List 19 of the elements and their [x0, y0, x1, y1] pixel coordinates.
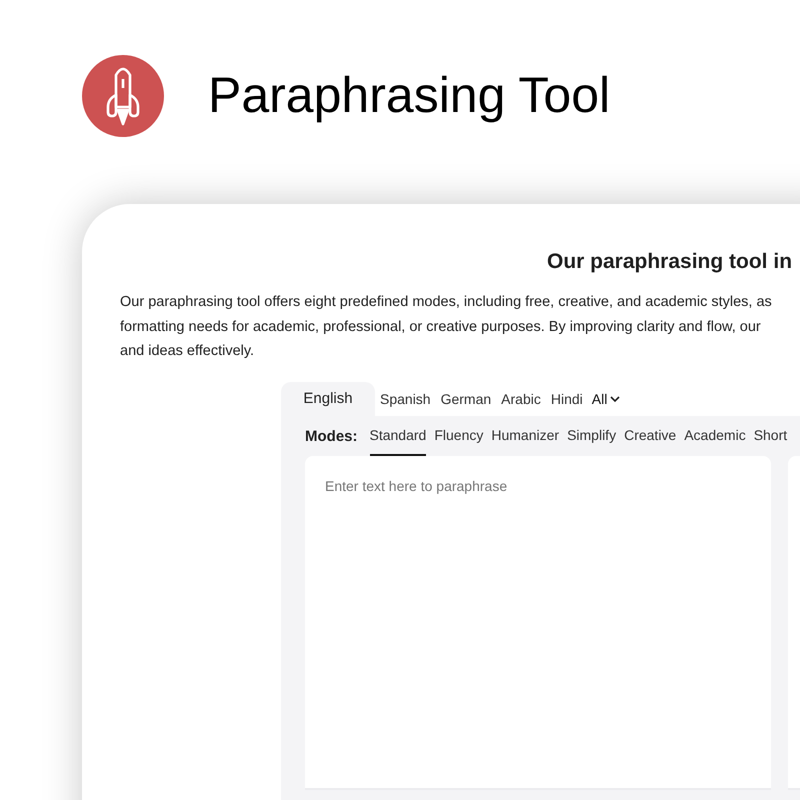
language-tab[interactable]: German	[436, 382, 496, 416]
section-heading: Our paraphrasing tool in	[547, 249, 792, 275]
language-tab[interactable]: English	[281, 382, 375, 416]
mode-tab[interactable]: Academic	[684, 425, 746, 456]
all-languages-dropdown[interactable]: All	[588, 382, 624, 416]
rocket-logo-icon	[82, 55, 164, 137]
mode-tab[interactable]: Simplify	[567, 425, 616, 456]
modes-label: Modes:	[305, 426, 358, 446]
language-tab[interactable]: Hindi	[546, 382, 588, 416]
page-title: Paraphrasing Tool	[208, 66, 610, 124]
mode-tab[interactable]: Humanizer	[491, 425, 560, 456]
language-tab[interactable]: Arabic	[496, 382, 546, 416]
mode-tab[interactable]: Short	[754, 425, 788, 456]
language-tab[interactable]: Spanish	[375, 382, 436, 416]
description-text: Our paraphrasing tool offers eight predefined modes, including free, creative, and academic styles, as formatting needs for academic, professional, or creative purposes. By improving clarity and flow, our and ideas effectively.	[120, 293, 772, 361]
mode-tab[interactable]: Creative	[624, 425, 676, 456]
mode-tab[interactable]: Fluency	[434, 425, 484, 456]
text-input-area[interactable]: Enter text here to paraphrase	[305, 456, 771, 790]
chevron-down-icon	[610, 396, 620, 402]
